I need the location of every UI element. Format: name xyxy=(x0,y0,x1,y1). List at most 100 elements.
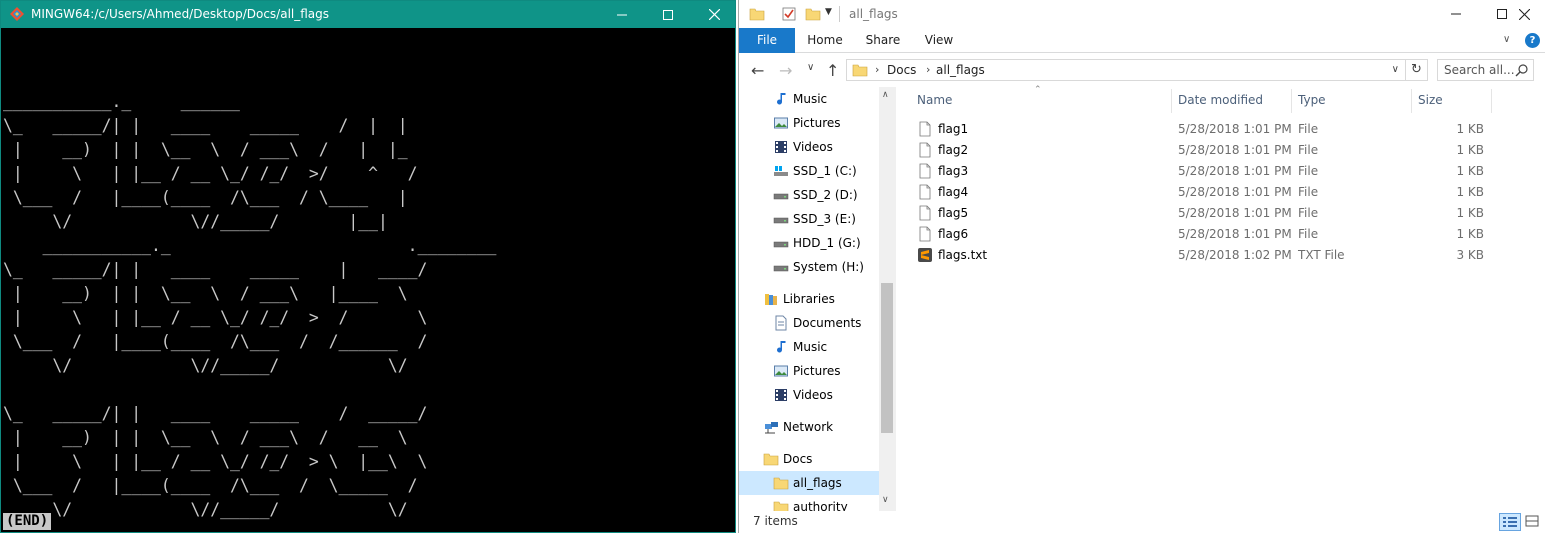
column-divider[interactable] xyxy=(1291,89,1292,113)
column-headers: ⌃ Name Date modified Type Size xyxy=(909,85,1545,115)
file-type: TXT File xyxy=(1298,248,1345,262)
breadcrumb-chevron-icon[interactable]: › xyxy=(926,63,930,76)
file-type: File xyxy=(1298,164,1319,178)
terminal-output[interactable]: ___________._ ______ \_ _____/| | ____ _… xyxy=(1,28,721,532)
table-row[interactable]: flag1 5/28/2018 1:01 PM File 1 KB xyxy=(909,119,1509,140)
table-row[interactable]: flag2 5/28/2018 1:01 PM File 1 KB xyxy=(909,140,1509,161)
nav-item-label: authority xyxy=(793,500,848,511)
folder-icon xyxy=(852,64,868,77)
nav-item-label: all_flags xyxy=(793,476,842,490)
pager-end-marker: (END) xyxy=(3,513,52,530)
file-name: flag3 xyxy=(938,164,969,178)
column-divider[interactable] xyxy=(1411,89,1412,113)
file-name: flag4 xyxy=(938,185,969,199)
scroll-up-icon[interactable]: ∧ xyxy=(882,90,889,100)
explorer-titlebar[interactable]: ▼ all_flags xyxy=(739,0,1545,28)
terminal-minimize-button[interactable] xyxy=(599,1,645,28)
nav-item-label: Pictures xyxy=(793,116,841,130)
terminal-window[interactable]: MINGW64:/c/Users/Ahmed/Desktop/Docs/all_… xyxy=(0,0,736,533)
search-input[interactable] xyxy=(1438,60,1518,80)
tab-view[interactable]: View xyxy=(915,28,963,53)
table-row[interactable]: flag5 5/28/2018 1:01 PM File 1 KB xyxy=(909,203,1509,224)
terminal-scrollbar[interactable] xyxy=(721,28,735,532)
terminal-close-button[interactable] xyxy=(691,1,737,28)
file-size: 1 KB xyxy=(1456,143,1484,157)
tab-share[interactable]: Share xyxy=(857,28,909,53)
up-button[interactable]: ↑ xyxy=(826,61,839,80)
column-divider[interactable] xyxy=(1171,89,1172,113)
file-size: 1 KB xyxy=(1456,185,1484,199)
address-bar[interactable]: › Docs › all_flags ∨ xyxy=(846,59,1406,81)
nav-pane-scrollbar[interactable]: ∧ ∨ xyxy=(879,87,896,511)
file-date-modified: 5/28/2018 1:02 PM xyxy=(1178,248,1292,262)
column-name[interactable]: Name xyxy=(917,93,952,107)
file-type: File xyxy=(1298,227,1319,241)
file-icon xyxy=(919,121,931,137)
nav-item-label: Docs xyxy=(783,452,813,466)
file-type: File xyxy=(1298,185,1319,199)
tab-file[interactable]: File xyxy=(739,28,795,53)
properties-icon[interactable] xyxy=(781,6,797,22)
explorer-minimize-button[interactable] xyxy=(1433,0,1479,28)
nav-item-label: Music xyxy=(793,92,828,106)
nav-item-label: Pictures xyxy=(793,364,841,378)
nav-item-label: SSD_1 (C:) xyxy=(793,164,857,178)
refresh-button[interactable]: ↻ xyxy=(1406,59,1428,81)
terminal-maximize-button[interactable] xyxy=(645,1,691,28)
nav-item-label: Network xyxy=(783,420,834,434)
expand-ribbon-icon[interactable]: ∨ xyxy=(1503,34,1510,45)
folder-icon xyxy=(749,8,765,21)
back-button[interactable]: ← xyxy=(751,61,764,80)
nav-item-label: Music xyxy=(793,340,828,354)
details-view-button[interactable] xyxy=(1499,513,1521,531)
table-row[interactable]: flag6 5/28/2018 1:01 PM File 1 KB xyxy=(909,224,1509,245)
search-box[interactable] xyxy=(1437,59,1534,81)
minimize-icon xyxy=(617,14,627,15)
nav-item-label: Videos xyxy=(793,140,833,154)
column-size[interactable]: Size xyxy=(1418,93,1443,107)
file-name: flag2 xyxy=(938,143,969,157)
column-divider[interactable] xyxy=(1491,89,1492,113)
file-name: flag6 xyxy=(938,227,969,241)
chevron-down-icon[interactable]: ∨ xyxy=(1392,64,1399,75)
file-type: File xyxy=(1298,143,1319,157)
folder-icon xyxy=(763,453,779,466)
column-type[interactable]: Type xyxy=(1298,93,1326,107)
help-icon[interactable]: ? xyxy=(1525,33,1540,48)
forward-button[interactable]: → xyxy=(779,61,792,80)
network-icon xyxy=(765,422,778,434)
recent-locations-icon[interactable]: ∨ xyxy=(807,62,814,73)
table-row[interactable]: flag4 5/28/2018 1:01 PM File 1 KB xyxy=(909,182,1509,203)
documents-icon xyxy=(775,315,787,331)
breadcrumb-docs[interactable]: Docs xyxy=(887,63,916,77)
terminal-title: MINGW64:/c/Users/Ahmed/Desktop/Docs/all_… xyxy=(31,7,330,21)
pictures-icon xyxy=(774,365,788,377)
table-row[interactable]: flags.txt 5/28/2018 1:02 PM TXT File 3 KB xyxy=(909,245,1509,266)
customize-quick-access-icon[interactable]: ▼ xyxy=(825,7,832,17)
scroll-down-icon[interactable]: ∨ xyxy=(882,495,889,505)
tab-home[interactable]: Home xyxy=(799,28,851,53)
file-size: 1 KB xyxy=(1456,122,1484,136)
table-row[interactable]: flag3 5/28/2018 1:01 PM File 1 KB xyxy=(909,161,1509,182)
file-icon xyxy=(919,226,931,242)
close-icon xyxy=(708,9,720,20)
file-date-modified: 5/28/2018 1:01 PM xyxy=(1178,122,1292,136)
explorer-close-button[interactable] xyxy=(1501,0,1545,28)
close-icon xyxy=(1518,8,1530,20)
file-size: 1 KB xyxy=(1456,164,1484,178)
breadcrumb-all-flags[interactable]: all_flags xyxy=(936,63,985,77)
drive-icon xyxy=(773,265,789,272)
git-bash-icon xyxy=(10,7,24,21)
breadcrumb-chevron-icon[interactable]: › xyxy=(875,63,879,76)
new-folder-icon[interactable] xyxy=(805,6,821,22)
file-date-modified: 5/28/2018 1:01 PM xyxy=(1178,143,1292,157)
search-icon[interactable] xyxy=(1515,63,1529,77)
nav-item-label: Videos xyxy=(793,388,833,402)
scrollbar-thumb[interactable] xyxy=(881,283,893,433)
titlebar-divider xyxy=(839,6,840,22)
large-icons-view-button[interactable] xyxy=(1523,513,1543,531)
explorer-window[interactable]: ▼ all_flags File Home Share View ∨ ? ← →… xyxy=(738,0,1545,533)
column-date-modified[interactable]: Date modified xyxy=(1178,93,1263,107)
terminal-titlebar[interactable]: MINGW64:/c/Users/Ahmed/Desktop/Docs/all_… xyxy=(1,1,735,28)
file-size: 1 KB xyxy=(1456,227,1484,241)
